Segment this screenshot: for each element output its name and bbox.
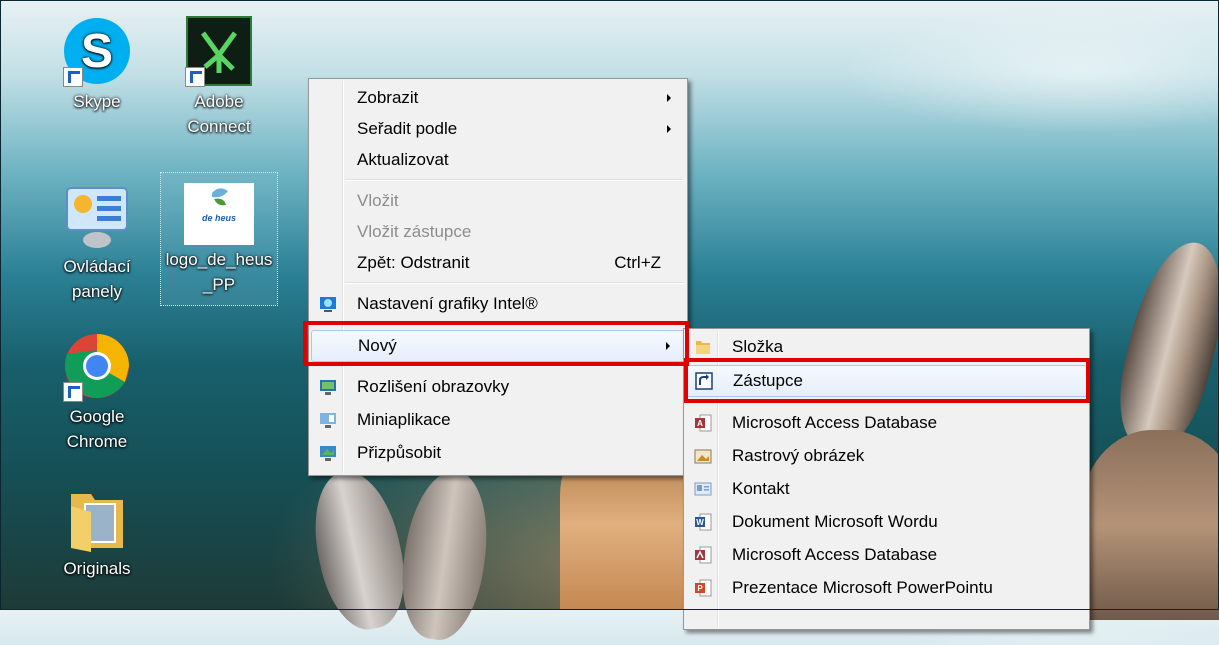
menu-item-screen-resolution[interactable]: Rozlišení obrazovky	[311, 372, 685, 402]
shortcut-arrow-icon	[63, 382, 83, 402]
desktop-icon-label: Chrome	[66, 432, 128, 451]
desktop-icon-logo-de-heus[interactable]: de heus logo_de_heus _PP	[160, 172, 278, 306]
desktop-icon-label: Google	[69, 407, 125, 426]
menu-item-label: Seřadit podle	[357, 119, 458, 138]
intel-graphics-icon	[319, 295, 337, 313]
access-icon: A	[694, 414, 712, 432]
menu-item-label: Prezentace Microsoft PowerPointu	[732, 578, 993, 597]
menu-item-label: Dokument Microsoft Wordu	[732, 512, 938, 531]
bitmap-icon	[694, 447, 712, 465]
desktop-icon-label: Adobe	[194, 92, 244, 111]
skype-icon: S	[61, 15, 133, 87]
menu-item-label: Nový	[358, 336, 397, 355]
submenu-arrow-icon	[667, 94, 671, 102]
desktop-icon-label: logo_de_heus	[165, 250, 273, 269]
submenu-arrow-icon	[666, 342, 670, 350]
desktop-icon-label: Originals	[63, 559, 131, 578]
menu-item-intel-graphics[interactable]: Nastavení grafiky Intel®	[311, 289, 685, 319]
svg-text:W: W	[696, 518, 704, 527]
menu-item-label: Nastavení grafiky Intel®	[357, 294, 538, 313]
menu-item-view[interactable]: Zobrazit	[311, 83, 685, 113]
menu-item-paste-shortcut[interactable]: Vložit zástupce	[311, 217, 685, 247]
menu-item-label: Rastrový obrázek	[732, 446, 865, 465]
submenu-item-folder[interactable]: Složka	[686, 332, 1087, 362]
desktop-icon-google-chrome[interactable]: Google Chrome	[55, 330, 139, 454]
submenu-item-bitmap-image[interactable]: Rastrový obrázek	[686, 441, 1087, 471]
shortcut-icon	[695, 372, 713, 390]
menu-item-paste[interactable]: Vložit	[311, 186, 685, 216]
menu-item-gadgets[interactable]: Miniaplikace	[311, 405, 685, 435]
menu-item-sort-by[interactable]: Seřadit podle	[311, 114, 685, 144]
menu-item-undo-delete[interactable]: Zpět: Odstranit Ctrl+Z	[311, 248, 685, 278]
desktop-icon-label: panely	[71, 282, 123, 301]
submenu-item-access-database-2[interactable]: Microsoft Access Database	[686, 540, 1087, 570]
shortcut-arrow-icon	[185, 67, 205, 87]
menu-item-label: Microsoft Access Database	[732, 413, 938, 432]
menu-item-new[interactable]: Nový	[311, 330, 685, 362]
wallpaper-rabbit-ear	[302, 463, 416, 637]
chrome-icon	[61, 330, 133, 402]
logo-text: de heus	[201, 213, 236, 223]
menu-separator	[345, 179, 683, 181]
submenu-item-powerpoint-presentation[interactable]: P Prezentace Microsoft PowerPointu	[686, 573, 1087, 603]
access-icon	[694, 546, 712, 564]
menu-item-label: Miniaplikace	[357, 410, 451, 429]
desktop-icon-adobe-connect[interactable]: Adobe Connect	[177, 15, 261, 139]
desktop-icon-label: Skype	[73, 92, 121, 111]
menu-item-label: Kontakt	[732, 479, 790, 498]
desktop-icon-control-panel[interactable]: Ovládací panely	[55, 180, 139, 304]
menu-separator	[345, 323, 683, 325]
contact-icon	[694, 480, 712, 498]
wallpaper-rabbit-head	[1080, 430, 1219, 620]
desktop-icon-label: _PP	[202, 275, 236, 294]
menu-item-label: Přizpůsobit	[357, 443, 442, 462]
wallpaper-rabbit-ear	[1105, 232, 1219, 458]
svg-text:S: S	[81, 25, 113, 78]
desktop-context-menu: Zobrazit Seřadit podle Aktualizovat Vlož…	[308, 78, 688, 476]
folder-icon	[61, 482, 133, 554]
word-icon: W	[694, 513, 712, 531]
personalize-icon	[319, 444, 337, 462]
svg-text:A: A	[697, 419, 703, 428]
menu-item-label: Rozlišení obrazovky	[357, 377, 510, 396]
control-panel-icon	[61, 180, 133, 252]
adobe-connect-icon	[183, 15, 255, 87]
submenu-item-access-database[interactable]: A Microsoft Access Database	[686, 408, 1087, 438]
submenu-item-contact[interactable]: Kontakt	[686, 474, 1087, 504]
wallpaper-rabbit-ear	[393, 465, 497, 645]
menu-item-label: Složka	[732, 337, 784, 356]
desktop-icon-label: Ovládací	[63, 257, 131, 276]
new-submenu: Složka Zástupce A Microsoft Access Datab…	[683, 328, 1090, 630]
menu-item-label: Microsoft Access Database	[732, 545, 938, 564]
image-file-icon: de heus	[184, 183, 254, 245]
menu-item-personalize[interactable]: Přizpůsobit	[311, 438, 685, 468]
menu-item-label: Vložit zástupce	[357, 222, 472, 241]
menu-item-shortcut: Ctrl+Z	[614, 253, 661, 272]
gadgets-icon	[319, 411, 337, 429]
menu-separator	[720, 401, 1085, 403]
desktop-icon-label: Connect	[187, 117, 251, 136]
desktop-icon-originals[interactable]: Originals	[55, 482, 139, 581]
menu-separator	[345, 365, 683, 367]
screen-resolution-icon	[319, 378, 337, 396]
submenu-item-shortcut[interactable]: Zástupce	[686, 365, 1087, 397]
menu-item-label: Zástupce	[733, 371, 803, 390]
menu-item-label: Aktualizovat	[357, 150, 449, 169]
menu-item-label: Zpět: Odstranit	[357, 253, 470, 272]
submenu-arrow-icon	[667, 125, 671, 133]
menu-item-label: Vložit	[357, 191, 399, 210]
folder-icon	[694, 338, 712, 356]
desktop-icon-skype[interactable]: S Skype	[55, 15, 139, 114]
menu-separator	[345, 282, 683, 284]
menu-item-refresh[interactable]: Aktualizovat	[311, 145, 685, 175]
svg-text:P: P	[697, 584, 703, 593]
submenu-item-word-document[interactable]: W Dokument Microsoft Wordu	[686, 507, 1087, 537]
powerpoint-icon: P	[694, 579, 712, 597]
menu-item-label: Zobrazit	[357, 88, 419, 107]
shortcut-arrow-icon	[63, 67, 83, 87]
